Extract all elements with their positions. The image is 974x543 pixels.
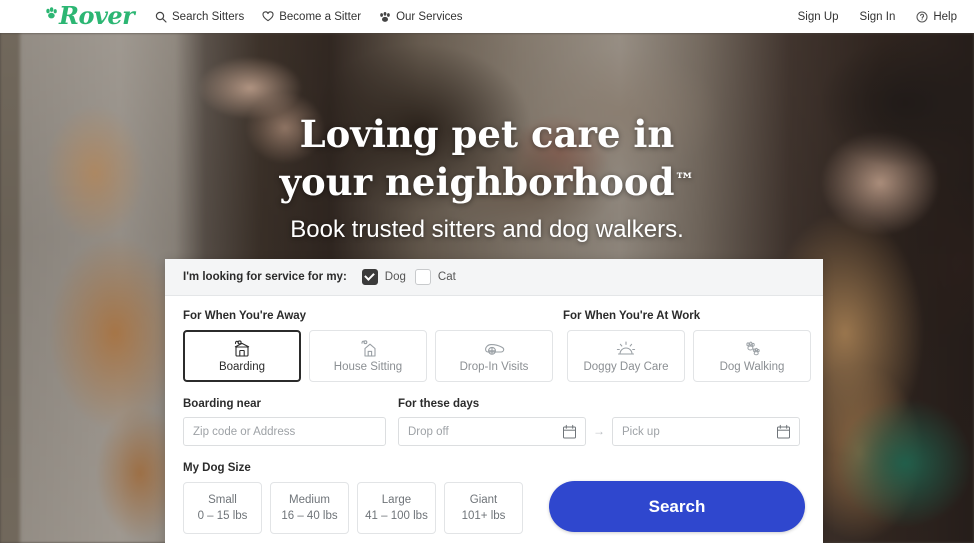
location-field: Boarding near xyxy=(183,398,386,446)
dates-label: For these days xyxy=(398,398,480,410)
question-circle-icon xyxy=(916,10,928,23)
service-label: Doggy Day Care xyxy=(583,361,669,373)
nav-sign-in[interactable]: Sign In xyxy=(860,11,896,23)
paw-icon xyxy=(45,7,58,20)
services-work-group: Doggy Day Care Dog Walking xyxy=(567,330,811,382)
location-label: Boarding near xyxy=(183,398,261,410)
nav-label: Search Sitters xyxy=(172,10,245,23)
paw-prints-icon xyxy=(740,338,764,358)
dog-label: Dog xyxy=(384,271,406,283)
dog-size-label: My Dog Size xyxy=(183,462,251,474)
location-and-dates-row: Boarding near For these days xyxy=(183,398,805,446)
dog-size-large[interactable]: Large 41 – 100 lbs xyxy=(357,482,436,534)
paw-icon xyxy=(379,11,391,23)
dates-field: For these days Drop off → Pick up xyxy=(398,398,800,446)
service-drop-in-visits[interactable]: Drop-In Visits xyxy=(435,330,553,382)
house-sitting-icon xyxy=(357,338,379,358)
top-navigation-bar: Rover Search Sitters Become a Sitter Our… xyxy=(0,0,974,33)
services-away-group: Boarding House Sitting Drop-In Visits xyxy=(183,330,553,382)
pickup-date-input[interactable] xyxy=(622,425,790,438)
dropoff-date-input[interactable] xyxy=(408,425,576,438)
service-doggy-day-care[interactable]: Doggy Day Care xyxy=(567,330,685,382)
service-label: Drop-In Visits xyxy=(459,361,529,373)
pet-type-prompt: I'm looking for service for my: xyxy=(183,271,347,283)
dog-size-small[interactable]: Small 0 – 15 lbs xyxy=(183,482,262,534)
group-label-work: For When You're At Work xyxy=(563,310,701,322)
boarding-house-icon xyxy=(231,338,253,358)
page-root: Rover Search Sitters Become a Sitter Our… xyxy=(0,0,974,543)
size-range: 0 – 15 lbs xyxy=(197,509,248,522)
nav-sign-up[interactable]: Sign Up xyxy=(798,11,839,23)
calendar-icon[interactable] xyxy=(562,424,577,445)
size-range: 16 – 40 lbs xyxy=(281,509,338,522)
pickup-input-wrapper[interactable] xyxy=(612,417,800,446)
nav-search-sitters[interactable]: Search Sitters xyxy=(155,11,244,23)
size-name: Medium xyxy=(289,493,330,506)
drop-in-visits-icon xyxy=(482,338,506,358)
logo-wordmark: Rover xyxy=(59,1,135,30)
search-button[interactable]: Search xyxy=(549,481,805,532)
size-name: Large xyxy=(381,493,412,506)
nav-label: Our Services xyxy=(396,10,463,23)
size-range: 101+ lbs xyxy=(461,509,506,522)
nav-label: Sign In xyxy=(859,10,896,23)
hero-subheadline: Book trusted sitters and dog walkers. xyxy=(290,216,684,243)
nav-help[interactable]: Help xyxy=(916,11,957,23)
pet-option-dog[interactable]: Dog xyxy=(361,269,406,285)
nav-our-services[interactable]: Our Services xyxy=(379,10,463,23)
service-dog-walking[interactable]: Dog Walking xyxy=(693,330,811,382)
size-name: Small xyxy=(208,493,237,506)
size-range: 41 – 100 lbs xyxy=(365,509,428,522)
zip-or-address-input[interactable] xyxy=(193,425,376,438)
size-name: Giant xyxy=(469,493,498,506)
pet-option-cat[interactable]: Cat xyxy=(414,269,456,285)
service-label: Boarding xyxy=(218,361,266,373)
dog-checkbox[interactable] xyxy=(361,269,378,285)
rover-logo[interactable]: Rover xyxy=(45,1,135,30)
hero-headline-line2: neighborhood xyxy=(385,160,675,204)
calendar-icon[interactable] xyxy=(776,424,791,445)
group-label-away: For When You're Away xyxy=(183,310,307,322)
service-type-row: Boarding House Sitting Drop-In Visits Do… xyxy=(183,330,811,382)
heart-icon xyxy=(262,11,274,23)
service-house-sitting[interactable]: House Sitting xyxy=(309,330,427,382)
service-label: House Sitting xyxy=(333,361,403,373)
nav-label: Sign Up xyxy=(797,10,839,23)
dog-size-giant[interactable]: Giant 101+ lbs xyxy=(444,482,523,534)
nav-label: Help xyxy=(933,10,957,23)
service-group-labels: For When You're Away For When You're At … xyxy=(183,310,805,322)
service-label: Dog Walking xyxy=(719,361,785,373)
cat-checkbox[interactable] xyxy=(414,269,431,285)
location-input-wrapper[interactable] xyxy=(183,417,386,446)
hero-headline: Loving pet care in your neighborhood™ xyxy=(272,111,702,205)
dropoff-input-wrapper[interactable] xyxy=(398,417,586,446)
search-icon xyxy=(155,11,167,23)
service-boarding[interactable]: Boarding xyxy=(183,330,301,382)
sun-icon xyxy=(614,338,638,358)
account-nav: Sign Up Sign In Help xyxy=(798,0,957,33)
date-range-arrow: → xyxy=(593,424,605,438)
trademark-symbol: ™ xyxy=(674,168,695,192)
dog-size-medium[interactable]: Medium 16 – 40 lbs xyxy=(270,482,349,534)
nav-become-a-sitter[interactable]: Become a Sitter xyxy=(262,11,361,23)
nav-label: Become a Sitter xyxy=(279,10,362,23)
primary-nav: Search Sitters Become a Sitter Our Servi… xyxy=(155,0,463,33)
pet-type-selector: I'm looking for service for my: Dog Cat xyxy=(165,259,823,296)
dates-inputs: → xyxy=(398,417,800,446)
cat-label: Cat xyxy=(437,271,456,283)
hero-copy: Loving pet care in your neighborhood™ Bo… xyxy=(0,111,974,244)
